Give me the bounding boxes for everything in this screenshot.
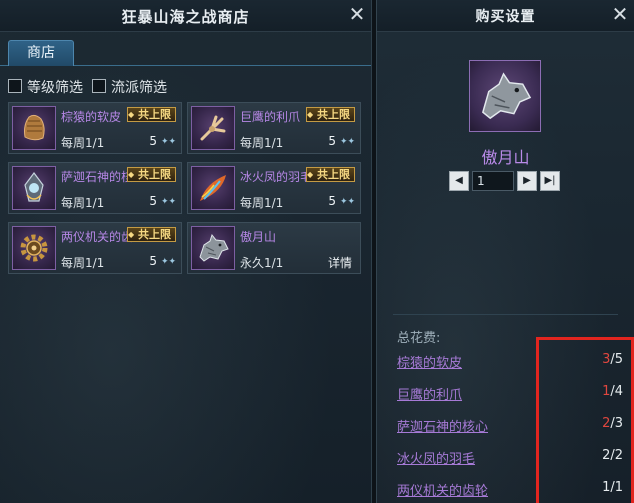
purchase-title-bar: 购买设置 ✕ bbox=[377, 0, 634, 32]
shared-limit-badge: 共上限 bbox=[306, 107, 355, 122]
gear-icon bbox=[12, 226, 56, 270]
shop-item-card[interactable]: 冰火凤的羽毛 共上限 每周1/1 5 ✦✦ bbox=[187, 162, 361, 214]
shop-item-card[interactable]: 棕猿的软皮 共上限 每周1/1 5 ✦✦ bbox=[8, 102, 182, 154]
tab-shop[interactable]: 商店 bbox=[8, 40, 74, 66]
item-price: 5 bbox=[328, 194, 336, 208]
currency-icon: ✦✦ bbox=[340, 137, 356, 147]
purchase-limit: 每周1/1 bbox=[240, 136, 284, 150]
shop-title-bar: 狂暴山海之战商店 ✕ bbox=[0, 0, 371, 32]
shared-limit-badge: 共上限 bbox=[127, 167, 176, 182]
item-name: 傲月山 bbox=[240, 230, 277, 244]
feather-icon bbox=[191, 166, 235, 210]
shared-limit-badge: 共上限 bbox=[127, 227, 176, 242]
shop-item-card[interactable]: 两仪机关的齿 共上限 每周1/1 5 ✦✦ bbox=[8, 222, 182, 274]
purchase-limit: 每周1/1 bbox=[61, 136, 105, 150]
increase-button[interactable]: ▶ bbox=[517, 171, 537, 191]
currency-icon: ✦✦ bbox=[161, 137, 177, 147]
max-button[interactable]: ▶| bbox=[540, 171, 560, 191]
item-price: 5 bbox=[149, 254, 157, 268]
purchase-limit: 每周1/1 bbox=[61, 256, 105, 270]
purchase-title: 购买设置 bbox=[475, 9, 536, 25]
shop-item-card[interactable]: 巨鹰的利爪 共上限 每周1/1 5 ✦✦ bbox=[187, 102, 361, 154]
currency-icon: ✦✦ bbox=[161, 197, 177, 207]
claw-icon bbox=[191, 106, 235, 150]
purchase-limit: 每周1/1 bbox=[240, 196, 284, 210]
purchase-limit: 永久1/1 bbox=[240, 256, 284, 270]
item-price: 5 bbox=[328, 134, 336, 148]
total-cost-label: 总花费: bbox=[397, 331, 441, 346]
pelt-icon bbox=[12, 106, 56, 150]
cost-item-link[interactable]: 棕猿的软皮 bbox=[397, 352, 462, 371]
shop-tab-row: 商店 bbox=[0, 38, 371, 66]
shop-title: 狂暴山海之战商店 bbox=[121, 8, 250, 26]
selected-item-name: 傲月山 bbox=[481, 148, 530, 167]
decrease-button[interactable]: ◀ bbox=[449, 171, 469, 191]
school-filter-label: 流派筛选 bbox=[111, 80, 167, 96]
divider bbox=[393, 314, 618, 315]
checkbox-icon[interactable] bbox=[92, 79, 106, 93]
cost-item-link[interactable]: 萨迦石神的核心 bbox=[397, 416, 488, 435]
shop-panel: 狂暴山海之战商店 ✕ 商店 等级筛选 流派筛选 棕猿的软皮 共上限 每周1/1 … bbox=[0, 0, 372, 503]
checkbox-icon[interactable] bbox=[8, 79, 22, 93]
details-link[interactable]: 详情 bbox=[328, 254, 352, 271]
purchase-panel: 购买设置 ✕ 傲月山 ◀ ▶ ▶| 总花费: 棕猿的软皮 3/5 巨鹰的利爪 1… bbox=[376, 0, 634, 503]
cost-item-link[interactable]: 巨鹰的利爪 bbox=[397, 384, 462, 403]
wolf-mount-icon bbox=[469, 60, 541, 132]
cost-item-link[interactable]: 冰火凤的羽毛 bbox=[397, 448, 475, 467]
item-price: 5 bbox=[149, 194, 157, 208]
shop-item-card-selected[interactable]: 傲月山 永久1/1 详情 bbox=[187, 222, 361, 274]
quantity-input[interactable] bbox=[472, 171, 514, 191]
shop-close-icon[interactable]: ✕ bbox=[347, 4, 367, 24]
shared-limit-badge: 共上限 bbox=[306, 167, 355, 182]
purchase-limit: 每周1/1 bbox=[61, 196, 105, 210]
item-price: 5 bbox=[149, 134, 157, 148]
currency-icon: ✦✦ bbox=[340, 197, 356, 207]
level-filter-label: 等级筛选 bbox=[27, 80, 83, 96]
shared-limit-badge: 共上限 bbox=[127, 107, 176, 122]
wolf-mount-icon bbox=[191, 226, 235, 270]
core-icon bbox=[12, 166, 56, 210]
currency-icon: ✦✦ bbox=[161, 257, 177, 267]
shop-item-card[interactable]: 萨迦石神的核 共上限 每周1/1 5 ✦✦ bbox=[8, 162, 182, 214]
purchase-close-icon[interactable]: ✕ bbox=[610, 4, 630, 24]
highlight-annotation-box bbox=[536, 337, 634, 503]
cost-item-link[interactable]: 两仪机关的齿轮 bbox=[397, 480, 488, 499]
